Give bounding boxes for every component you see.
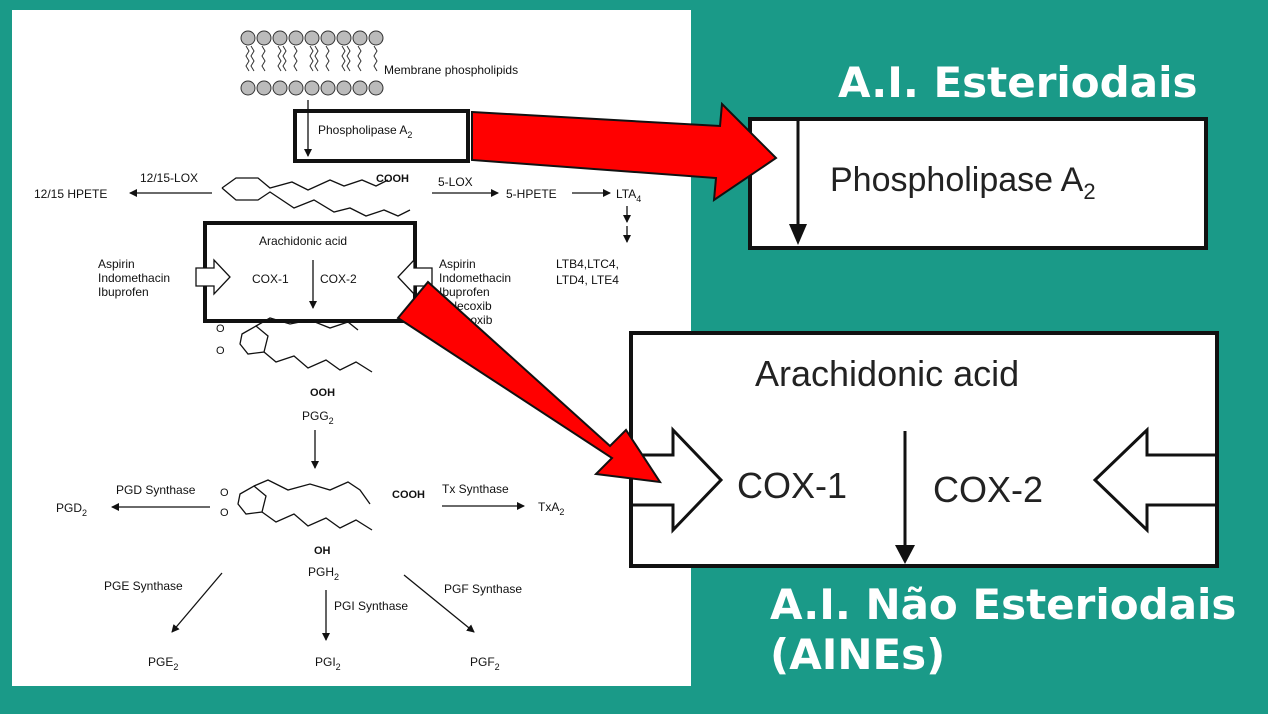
- lox1215-label: 12/15-LOX: [140, 171, 198, 185]
- pgh2-o-bottom: O: [220, 507, 229, 519]
- zoom-inhibit-left-icon: [633, 426, 724, 534]
- pgh2-molecule: [237, 479, 373, 531]
- pgh2-oh: OH: [314, 545, 331, 557]
- lox5-label: 5-LOX: [438, 175, 473, 189]
- pgf2-label: PGF2: [470, 655, 500, 672]
- left-drug-2: Indomethacin: [98, 271, 170, 285]
- right-drug-1: Aspirin: [439, 257, 476, 271]
- right-drug-5: Rofecoxib: [439, 313, 493, 327]
- lta4-label: LTA4: [616, 187, 641, 204]
- arachidonic-label: Arachidonic acid: [259, 234, 347, 248]
- right-drug-4: Celecoxib: [439, 299, 492, 313]
- right-drug-3: Ibuprofen: [439, 285, 490, 299]
- cooh-label: COOH: [376, 173, 409, 185]
- left-drug-1: Aspirin: [98, 257, 135, 271]
- pgd-synthase-label: PGD Synthase: [116, 483, 196, 497]
- inhibit-arrow-left: [195, 258, 231, 296]
- heading-steroidal: A.I. Esteriodais: [838, 58, 1198, 107]
- hpete1215-label: 12/15 HPETE: [34, 187, 107, 201]
- txa2-label: TxA2: [538, 500, 564, 517]
- pathway-diagram: Membrane phospholipids Phospholipase A2 …: [34, 30, 641, 672]
- zoom-pla2-label: Phospholipase A2: [830, 161, 1096, 204]
- left-drug-3: Ibuprofen: [98, 285, 149, 299]
- pgg2-label: PGG2: [302, 409, 334, 426]
- pgg2-o-bottom: O: [216, 345, 225, 357]
- right-drug-2: Indomethacin: [439, 271, 511, 285]
- pgg2-molecule: [239, 317, 373, 373]
- pgg2-ooh: OOH: [310, 387, 335, 399]
- heading-nonsteroidal: A.I. Não Esteriodais (AINEs): [770, 580, 1236, 680]
- pgi2-label: PGI2: [315, 655, 341, 672]
- pgh2-cooh: COOH: [392, 489, 425, 501]
- heading-nonsteroidal-line2: (AINEs): [770, 630, 946, 679]
- pgd2-label: PGD2: [56, 501, 87, 518]
- cox1-label: COX-1: [252, 272, 289, 286]
- pla2-label: Phospholipase A2: [318, 123, 412, 140]
- zoom-cox-arrows: [633, 426, 1215, 564]
- zoom-cox: Arachidonic acid COX-1 COX-2: [629, 331, 1219, 568]
- pgh2-o-top: O: [220, 487, 229, 499]
- pgh2-label: PGH2: [308, 565, 339, 582]
- membrane-label: Membrane phospholipids: [384, 63, 518, 77]
- pgf-synthase-label: PGF Synthase: [444, 582, 522, 596]
- lt-row1: LTB4,LTC4,: [556, 257, 619, 271]
- zoom-pla2: Phospholipase A2: [748, 117, 1208, 250]
- hpete5-label: 5-HPETE: [506, 187, 557, 201]
- lt-row2: LTD4, LTE4: [556, 273, 619, 287]
- pgg2-o-top: O: [216, 323, 225, 335]
- heading-nonsteroidal-line1: A.I. Não Esteriodais: [770, 580, 1237, 629]
- pgi-synthase-label: PGI Synthase: [334, 599, 408, 613]
- tx-synthase-label: Tx Synthase: [442, 482, 509, 496]
- pge-synthase-label: PGE Synthase: [104, 579, 183, 593]
- membrane-icon: [240, 30, 384, 96]
- cox2-label: COX-2: [320, 272, 357, 286]
- pge2-label: PGE2: [148, 655, 178, 672]
- pathway-panel: Membrane phospholipids Phospholipase A2 …: [12, 10, 691, 686]
- zoom-inhibit-right-icon: [1092, 426, 1215, 534]
